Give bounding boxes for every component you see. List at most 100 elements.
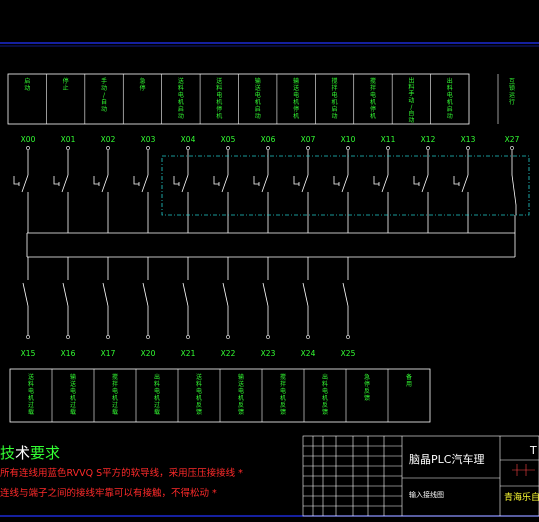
bottom-input-address-6: X23: [261, 349, 276, 358]
no-contact-1: [61, 174, 69, 193]
pushbutton-actuator-1: [53, 176, 59, 185]
bottom-input-function-2: 搅拌电机过载: [112, 373, 118, 416]
bottom-input-address-2: X17: [101, 349, 116, 358]
terminal-3: [146, 146, 150, 150]
terminal-0: [26, 146, 30, 150]
notes-heading-b: 术: [15, 444, 30, 462]
bottom-terminal-7: [306, 335, 310, 339]
bottom-terminal-1: [66, 335, 70, 339]
pushbutton-actuator-3: [133, 176, 139, 185]
bottom-input-address-4: X21: [181, 349, 196, 358]
top-input-function-12: 互锁运行: [509, 78, 515, 106]
no-contact-4: [181, 174, 189, 193]
top-input-address-4: X04: [181, 135, 196, 144]
pushbutton-actuator-6: [253, 176, 259, 185]
title-block-small-marks: [512, 464, 535, 476]
top-input-address-1: X01: [61, 135, 76, 144]
bottom-contact-8: [342, 282, 349, 307]
no-contact-10: [421, 174, 429, 193]
bottom-contact-0: [22, 282, 29, 307]
bottom-contact-4: [182, 282, 189, 307]
terminal-12: [510, 146, 514, 150]
bottom-terminal-2: [106, 335, 110, 339]
no-contact-0: [21, 174, 29, 193]
no-contact-6: [261, 174, 269, 193]
bottom-input-address-7: X24: [301, 349, 316, 358]
title-block-school: 青海乐自: [504, 491, 539, 503]
top-input-address-9: X11: [381, 135, 396, 144]
title-block-drawing-name: 输入接线图: [409, 490, 444, 499]
bottom-input-function-8: 急停反馈: [364, 373, 370, 402]
top-input-function-11: 出料电机启动: [447, 77, 453, 120]
bottom-contact-6: [262, 282, 269, 307]
bottom-terminal-5: [226, 335, 230, 339]
top-input-address-8: X10: [341, 135, 356, 144]
title-block-title: 脑晶PLC汽车理: [409, 452, 484, 466]
bottom-input-function-6: 搅拌电机反馈: [280, 373, 286, 416]
no-contact-11: [461, 174, 469, 193]
bottom-input-function-4: 送料电机反馈: [196, 373, 202, 416]
terminal-5: [226, 146, 230, 150]
terminal-9: [386, 146, 390, 150]
terminal-7: [306, 146, 310, 150]
notes-heading-c: 要求: [30, 444, 60, 462]
no-contact-3: [141, 174, 149, 193]
bottom-input-address-0: X15: [21, 349, 36, 358]
terminal-4: [186, 146, 190, 150]
bottom-input-function-0: 送料电机过载: [28, 373, 34, 416]
notes-heading-a: 技: [0, 444, 15, 462]
pushbutton-actuator-4: [173, 176, 179, 185]
bottom-input-function-5: 输送电机反馈: [238, 373, 244, 416]
top-input-function-8: 搅拌电机启动: [332, 77, 338, 120]
bottom-input-function-9: 备用: [406, 373, 412, 388]
top-input-address-2: X02: [101, 135, 116, 144]
bottom-input-row: X15 送料电机过载 X16 输送电机过载 X17 搅拌电机过载 X20 出料电机过载 X21 送…: [9, 257, 431, 423]
top-input-row: 启动 X00 停止 X01 手动/自动 X02 急停 X03 送料电机启动 X04 送料电机停机 X0…: [7, 73, 520, 233]
no-contact-5: [221, 174, 229, 193]
bottom-input-address-8: X25: [341, 349, 356, 358]
nc-contact-12: [511, 174, 517, 206]
top-input-address-6: X06: [261, 135, 276, 144]
top-input-function-5: 送料电机停机: [216, 77, 222, 120]
no-contact-9: [381, 174, 389, 193]
no-contact-7: [301, 174, 309, 193]
bottom-contact-5: [222, 282, 229, 307]
bottom-terminal-8: [346, 335, 350, 339]
bottom-terminal-4: [186, 335, 190, 339]
terminal-11: [466, 146, 470, 150]
bottom-contact-7: [302, 282, 309, 307]
top-input-function-7: 输送电机停机: [293, 77, 299, 120]
plc-input-wiring-diagram: 启动 X00 停止 X01 手动/自动 X02 急停 X03 送料电机启动 X04 送料电机停机 X0…: [0, 42, 539, 517]
pushbutton-actuator-0: [13, 176, 19, 185]
pushbutton-actuator-10: [413, 176, 419, 185]
bottom-terminal-3: [146, 335, 150, 339]
top-input-address-3: X03: [141, 135, 156, 144]
bottom-input-function-1: 输送电机过载: [70, 373, 76, 416]
interlock-dashed-box: [161, 155, 530, 216]
bottom-contact-1: [62, 282, 69, 307]
pushbutton-actuator-7: [293, 176, 299, 185]
bottom-contact-2: [102, 282, 109, 307]
no-contact-2: [101, 174, 109, 193]
top-input-function-0: 启动: [24, 77, 30, 92]
bottom-terminal-0: [26, 335, 30, 339]
bottom-input-function-3: 出料电机过载: [154, 373, 160, 416]
top-input-function-6: 输送电机启动: [255, 77, 261, 120]
terminal-6: [266, 146, 270, 150]
top-input-address-5: X05: [221, 135, 236, 144]
pushbutton-actuator-8: [333, 176, 339, 185]
bottom-input-address-5: X22: [221, 349, 236, 358]
notes-line-2: 连线与端子之间的接线牢靠可以有接触，不得松动 *: [0, 487, 217, 499]
bottom-terminal-6: [266, 335, 270, 339]
top-input-function-2: 手动/自动: [101, 77, 107, 113]
terminal-1: [66, 146, 70, 150]
top-input-function-1: 停止: [63, 77, 69, 92]
no-contact-8: [341, 174, 349, 193]
top-input-function-9: 搅拌电机停机: [370, 77, 376, 120]
notes-line-1: 所有连线用蓝色RVVQ S平方的软导线，采用压压接接线 *: [0, 467, 243, 479]
title-block-sheet-mark: T: [529, 444, 537, 457]
bottom-input-function-7: 出料电机反馈: [322, 373, 328, 416]
top-input-address-12: X27: [505, 135, 520, 144]
bottom-contact-3: [142, 282, 149, 307]
terminal-10: [426, 146, 430, 150]
